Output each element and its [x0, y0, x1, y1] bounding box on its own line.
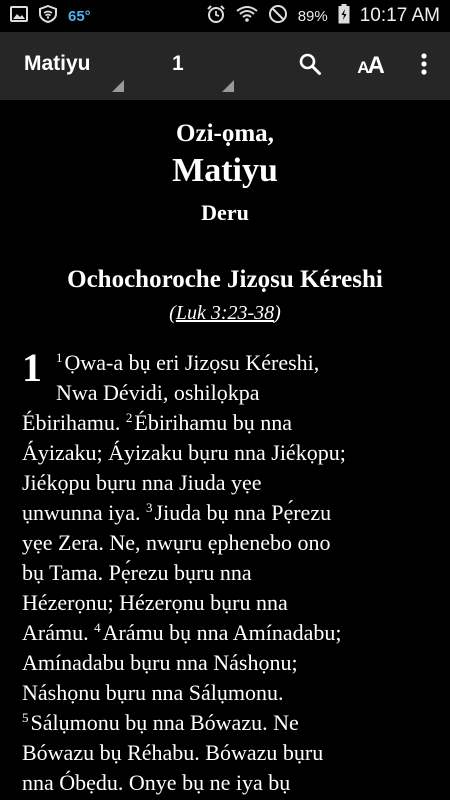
verse-line-text: Hézerọnu; Hézerọnu bụru nna: [22, 590, 288, 615]
verse-line-text: Amínadabu bụru nna Náshọnu;: [22, 650, 298, 675]
wifi-icon: [236, 5, 258, 28]
verse-line-text: ụnwunna iya.: [22, 500, 147, 525]
verse-line: 1Ọwa-a bụ eri Jizọsu Kéreshi,: [22, 348, 434, 378]
verse-line-text: Áyizaku; Áyizaku bụru nna Jiékọpu;: [22, 440, 346, 465]
verse-line: Áyizaku; Áyizaku bụru nna Jiékọpu;: [22, 438, 434, 468]
cross-reference-open: (: [169, 302, 176, 324]
book-subtitle: Deru: [201, 200, 249, 225]
verse-line-text: nna Óbẹdu. Onye bụ ne iya bụ: [22, 770, 291, 795]
shield-wifi-icon: [38, 4, 58, 28]
text-size-icon: AA: [357, 52, 385, 79]
verse-line: Ébirihamu. 2Ébirihamu bụ nna: [22, 408, 434, 438]
verse-line: Amínadabu bụru nna Náshọnu;: [22, 648, 434, 678]
book-intro-title: Ozi-ọma,: [176, 120, 274, 147]
chapter-selector-label: 1: [172, 52, 184, 75]
do-not-disturb-icon: [268, 4, 288, 29]
alarm-icon: [206, 4, 226, 29]
cross-reference-link[interactable]: Luk 3:23-38: [176, 302, 274, 324]
verse-line: ụnwunna iya. 3Jiuda bụ nna Pẹ́rezu: [22, 498, 434, 528]
cross-reference: (Luk 3:23-38): [0, 302, 450, 325]
book-title: Matiyu: [172, 152, 278, 189]
verse-line: 5Sálụmonu bụ nna Bówazu. Ne: [22, 708, 434, 738]
verse-line: Jiékọpu bụru nna Jiuda yẹe: [22, 468, 434, 498]
verse-number[interactable]: 2: [126, 410, 133, 425]
temperature-text: 65°: [68, 7, 91, 25]
verse-line-text: Sálụmonu bụ nna Bówazu. Ne: [30, 710, 299, 735]
verse-line-text: Arámu bụ nna Amínadabu;: [102, 620, 342, 645]
verse-line-text: Ébirihamu.: [22, 410, 126, 435]
status-bar: 65° 89% 10:17 AM: [0, 0, 450, 32]
verse-line: Náshọnu bụru nna Sálụmonu.: [22, 678, 434, 708]
verse-line-text: yẹe Zera. Ne, nwụru ẹphenebo ono: [22, 530, 331, 555]
verse-line-text: Arámu.: [22, 620, 95, 645]
verse-line-text: Ébirihamu bụ nna: [134, 410, 293, 435]
verse-line: yẹe Zera. Ne, nwụru ẹphenebo ono: [22, 528, 434, 558]
search-button[interactable]: [290, 46, 330, 86]
verse-line: Nwa Dévidi, oshilọkpa: [22, 378, 434, 408]
verse-number[interactable]: 5: [22, 710, 29, 725]
verse-number[interactable]: 4: [94, 620, 101, 635]
app-toolbar: Matiyu 1 AA: [0, 32, 450, 100]
verse-line-text: Náshọnu bụru nna Sálụmonu.: [22, 680, 284, 705]
reading-pane[interactable]: Ozi-ọma, Matiyu Deru Ochochoroche Jizọsu…: [0, 100, 450, 800]
verse-line-text: bụ Tama. Pẹ́rezu bụru nna: [22, 560, 252, 585]
clock: 10:17 AM: [359, 5, 440, 26]
text-size-button[interactable]: AA: [350, 46, 390, 86]
verse-line-text: Ọwa-a bụ eri Jizọsu Kéreshi,: [64, 350, 320, 375]
status-bar-left: 65°: [10, 4, 91, 28]
more-vertical-icon: [421, 52, 427, 80]
verse-line: Hézerọnu; Hézerọnu bụru nna: [22, 588, 434, 618]
verse-number[interactable]: 3: [146, 500, 153, 515]
chapter-selector[interactable]: 1: [150, 32, 240, 100]
battery-percent: 89%: [297, 7, 328, 25]
verse-line: bụ Tama. Pẹ́rezu bụru nna: [22, 558, 434, 588]
verse-line: Bówazu bụ Réhabu. Bówazu bụru: [22, 738, 434, 768]
verse-line-text: Jiuda bụ nna Pẹ́rezu: [154, 500, 332, 525]
verse-line-text: Bówazu bụ Réhabu. Bówazu bụru: [22, 740, 324, 765]
verse-line-text: Nwa Dévidi, oshilọkpa: [56, 380, 260, 405]
cross-reference-close: ): [274, 302, 281, 324]
book-selector-label: Matiyu: [24, 52, 91, 75]
verse-line-text: Jiékọpu bụru nna Jiuda yẹe: [22, 470, 262, 495]
verse-line: nna Óbẹdu. Onye bụ ne iya bụ: [22, 768, 434, 798]
dropdown-corner-icon: [112, 80, 124, 92]
book-selector[interactable]: Matiyu: [0, 32, 130, 100]
verse-number[interactable]: 1: [56, 350, 63, 365]
section-heading: Ochochoroche Jizọsu Kéreshi: [67, 266, 383, 293]
gallery-icon: [10, 5, 28, 27]
status-bar-right: 89% 10:17 AM: [206, 3, 440, 29]
dropdown-corner-icon: [222, 80, 234, 92]
verse-text: 1Ọwa-a bụ eri Jizọsu Kéreshi, Nwa Dévidi…: [22, 348, 434, 798]
battery-charging-icon: [338, 3, 350, 29]
overflow-menu-button[interactable]: [404, 46, 444, 86]
search-icon: [298, 52, 322, 81]
verse-line: Arámu. 4Arámu bụ nna Amínadabu;: [22, 618, 434, 648]
